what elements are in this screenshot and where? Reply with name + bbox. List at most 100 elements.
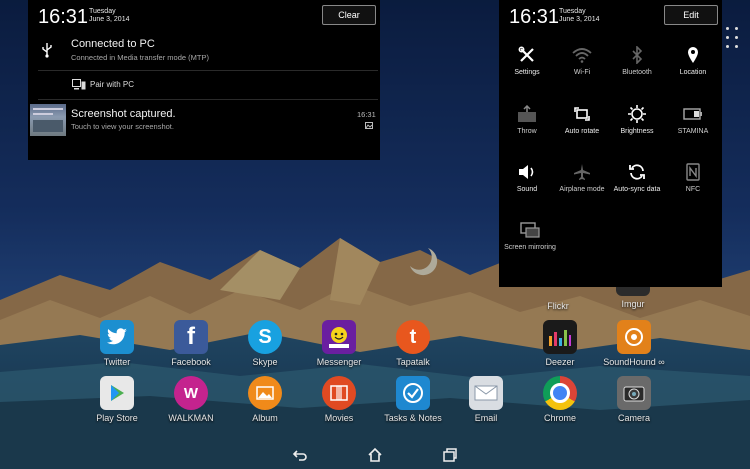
- tile-throw[interactable]: Throw: [500, 104, 554, 144]
- tile-label: Auto-sync data: [613, 186, 661, 193]
- tile-screen-mirroring[interactable]: Screen mirroring: [500, 220, 560, 260]
- app-flickr[interactable]: Flickr: [520, 288, 596, 311]
- sound-icon: [519, 165, 534, 179]
- edit-button[interactable]: Edit: [664, 5, 718, 25]
- usb-icon: [42, 43, 52, 58]
- app-label: Movies: [324, 413, 354, 423]
- sync-icon: [629, 164, 645, 180]
- tile-label: Location: [679, 69, 707, 76]
- app-label: Tapatalk: [396, 357, 430, 367]
- notification-pair-pc[interactable]: Pair with PC: [28, 73, 380, 97]
- bluetooth-icon: [632, 46, 643, 64]
- app-soundhound[interactable]: SoundHound ∞: [596, 320, 672, 367]
- movies-icon: [322, 376, 356, 410]
- app-label: Chrome: [543, 413, 576, 423]
- app-deezer[interactable]: Deezer: [522, 320, 598, 367]
- app-label: Imgur: [621, 299, 645, 309]
- airplane-icon: [574, 164, 590, 180]
- walkman-icon: W: [174, 376, 208, 410]
- tile-label: Auto rotate: [564, 128, 600, 135]
- app-label: Play Store: [96, 413, 138, 423]
- tile-settings[interactable]: Settings: [500, 45, 554, 85]
- app-label: Email: [474, 413, 498, 423]
- chrome-icon: [543, 376, 577, 410]
- notif-clock: 16:31: [38, 6, 89, 28]
- tasks-notes-icon: [396, 376, 430, 410]
- app-email[interactable]: Email: [448, 376, 524, 423]
- home-icon[interactable]: [367, 447, 383, 463]
- app-twitter[interactable]: Twitter: [79, 320, 155, 367]
- app-label: SoundHound ∞: [603, 357, 665, 367]
- tile-airplane-mode[interactable]: Airplane mode: [555, 162, 609, 202]
- tile-auto-rotate[interactable]: Auto rotate: [555, 104, 609, 144]
- qs-date: June 3, 2014: [559, 16, 600, 23]
- screen-mirroring-icon: [520, 222, 540, 238]
- tile-wifi[interactable]: Wi-Fi: [555, 45, 609, 85]
- app-label: Camera: [617, 413, 650, 423]
- battery-icon: [683, 108, 702, 120]
- qs-clock: 16:31: [509, 6, 560, 28]
- album-icon: [248, 376, 282, 410]
- app-tapatalk[interactable]: t Tapatalk: [375, 320, 451, 367]
- notification-subtitle: Connected in Media transfer mode (MTP): [71, 53, 209, 62]
- twitter-icon: [100, 320, 134, 354]
- app-label: Facebook: [171, 357, 211, 367]
- app-facebook[interactable]: f Facebook: [153, 320, 229, 367]
- settings-tools-icon: [518, 46, 534, 62]
- recent-apps-icon[interactable]: [442, 447, 458, 463]
- play-store-icon: [100, 376, 134, 410]
- tile-label: Wi-Fi: [573, 69, 591, 76]
- tile-stamina[interactable]: STAMINA: [666, 104, 720, 144]
- app-label: Skype: [252, 357, 278, 367]
- app-chrome[interactable]: Chrome: [522, 376, 598, 423]
- tile-label: Sound: [516, 186, 538, 193]
- app-album[interactable]: Album: [227, 376, 303, 423]
- app-messenger[interactable]: Messenger: [301, 320, 377, 367]
- deezer-icon: [543, 320, 577, 354]
- tapatalk-icon: t: [396, 320, 430, 354]
- notification-panel: 16:31 Tuesday June 3, 2014 Clear Connect…: [28, 0, 380, 160]
- app-label: Tasks & Notes: [384, 413, 442, 423]
- app-play-store[interactable]: Play Store: [79, 376, 155, 423]
- app-label: Deezer: [545, 357, 575, 367]
- clear-button[interactable]: Clear: [322, 5, 376, 25]
- email-icon: [469, 376, 503, 410]
- app-tasks-notes[interactable]: Tasks & Notes: [375, 376, 451, 423]
- quick-settings-panel: 16:31 Tuesday June 3, 2014 Edit Settings…: [499, 0, 722, 287]
- tile-label: Settings: [514, 69, 540, 76]
- notification-title: Screenshot captured.: [71, 108, 176, 120]
- notification-time: 16:31: [357, 110, 376, 119]
- tile-bluetooth[interactable]: Bluetooth: [610, 45, 664, 85]
- pair-with-pc-label: Pair with PC: [90, 80, 135, 89]
- navigation-bar: [0, 441, 750, 469]
- back-icon[interactable]: [292, 447, 308, 463]
- app-skype[interactable]: S Skype: [227, 320, 303, 367]
- app-label: WALKMAN: [168, 413, 214, 423]
- app-label: Messenger: [316, 357, 362, 367]
- tile-auto-sync[interactable]: Auto-sync data: [610, 162, 664, 202]
- tile-label: NFC: [685, 186, 701, 193]
- page-indicator[interactable]: [726, 27, 742, 48]
- tile-location[interactable]: Location: [666, 45, 720, 85]
- notification-screenshot[interactable]: Screenshot captured. Touch to view your …: [28, 102, 380, 138]
- tile-label: Brightness: [620, 128, 654, 135]
- notification-usb[interactable]: Connected to PC Connected in Media trans…: [28, 34, 380, 69]
- tile-label: Screen mirroring: [504, 244, 556, 251]
- tile-nfc[interactable]: NFC: [666, 162, 720, 202]
- soundhound-icon: [617, 320, 651, 354]
- app-movies[interactable]: Movies: [301, 376, 377, 423]
- tile-sound[interactable]: Sound: [500, 162, 554, 202]
- image-icon: [365, 122, 373, 129]
- app-walkman[interactable]: W WALKMAN: [153, 376, 229, 423]
- tile-label: STAMINA: [677, 128, 709, 135]
- camera-icon: [617, 376, 651, 410]
- skype-icon: S: [248, 320, 282, 354]
- location-pin-icon: [688, 47, 698, 63]
- app-camera[interactable]: Camera: [596, 376, 672, 423]
- pc-companion-icon: [72, 79, 86, 90]
- app-label: Album: [252, 413, 278, 423]
- tile-brightness[interactable]: Brightness: [610, 104, 664, 144]
- brightness-icon: [628, 105, 646, 123]
- notif-day: Tuesday: [89, 8, 116, 15]
- app-label: Twitter: [103, 357, 131, 367]
